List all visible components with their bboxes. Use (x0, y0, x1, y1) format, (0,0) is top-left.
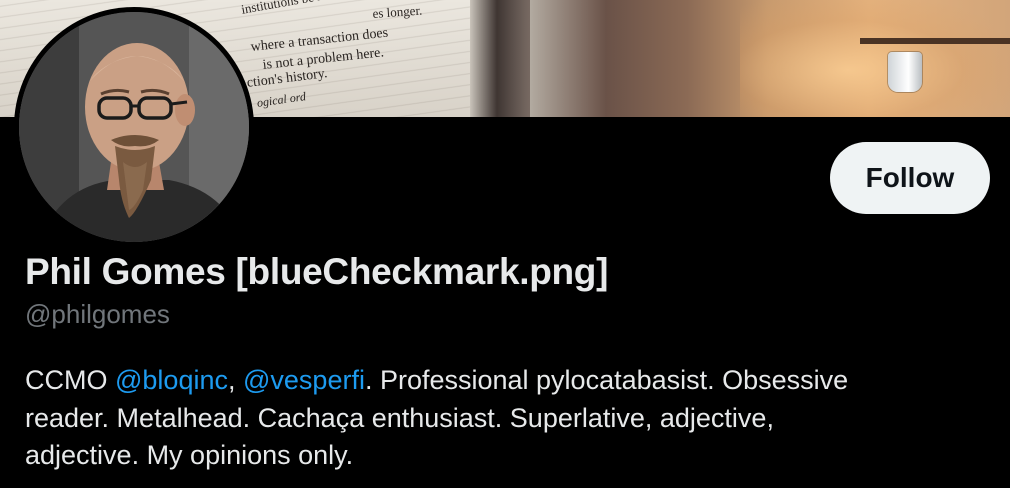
bio-line-2: reader. Metalhead. Cachaça enthusiast. S… (25, 402, 774, 433)
bio-text: , (227, 365, 243, 395)
display-name: Phil Gomes [blueCheckmark.png] (25, 251, 609, 292)
mention-link-bloqinc[interactable]: @bloqinc (115, 365, 228, 395)
banner-shelf (860, 38, 1010, 44)
avatar[interactable] (14, 7, 254, 247)
bio-text: CCMO (25, 365, 115, 395)
profile-bio: CCMO @bloqinc, @vesperfi. Professional p… (25, 362, 985, 475)
bio-line-3: adjective. My opinions only. (25, 440, 354, 470)
bio-text: . Professional pylocatabasist. Obsessive (364, 365, 849, 395)
avatar-portrait (19, 12, 249, 242)
banner-warm-light (740, 0, 1010, 117)
follow-button[interactable]: Follow (830, 142, 990, 214)
mention-link-vesperfi[interactable]: @vesperfi (243, 365, 365, 395)
avatar-photo (19, 12, 249, 242)
banner-mug (888, 52, 922, 92)
user-handle: @philgomes (25, 299, 170, 329)
bio-line-1: CCMO @bloqinc, @vesperfi. Professional p… (25, 362, 985, 400)
profile-header: institutions be longer. Is contr es long… (0, 0, 1010, 488)
banner-shadow (470, 0, 530, 117)
